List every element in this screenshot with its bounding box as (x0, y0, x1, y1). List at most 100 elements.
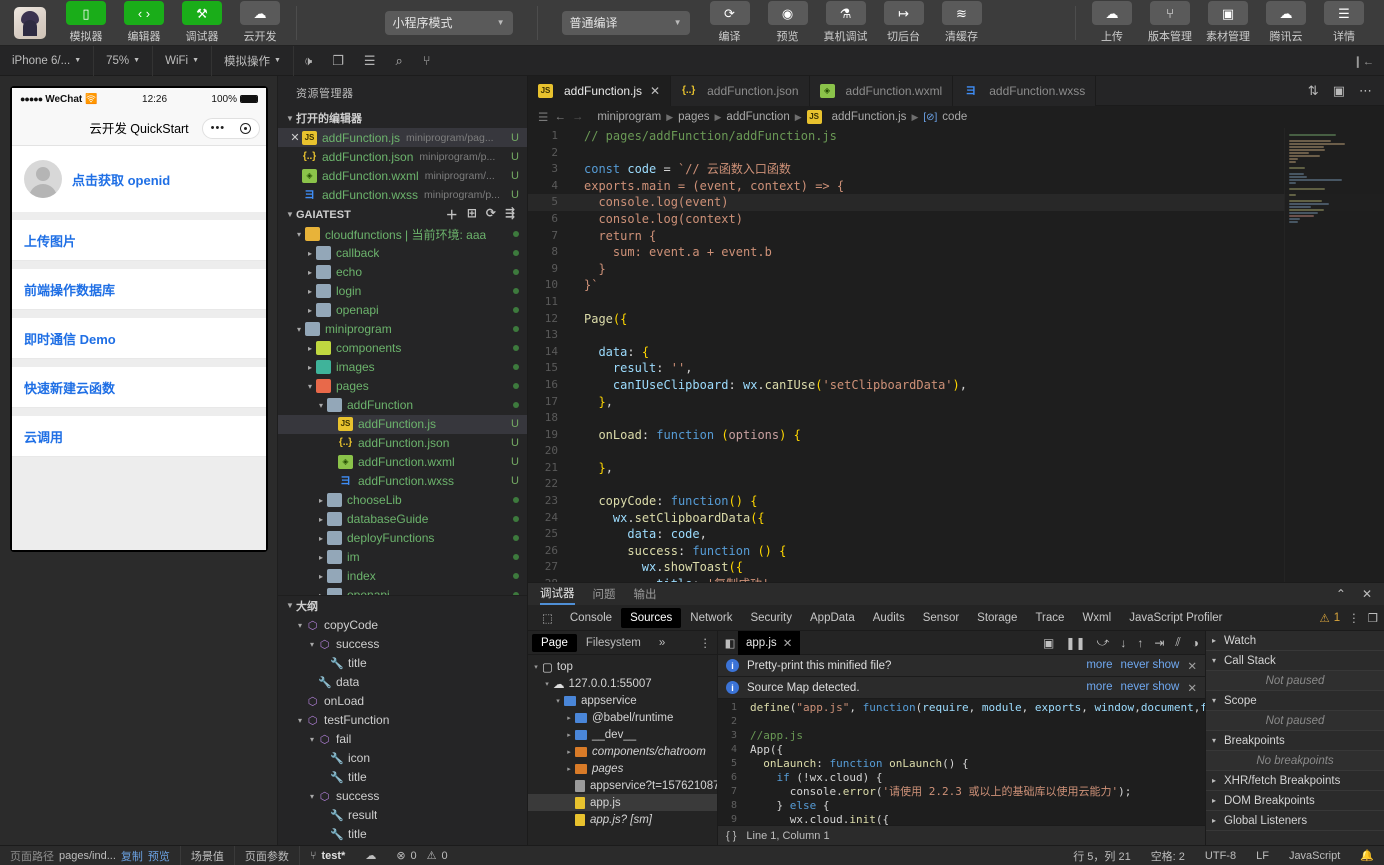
toolbar-mid-button-4[interactable]: ≋ 清缓存 (936, 1, 988, 44)
debug-section-breakpoints[interactable]: ▾ Breakpoints (1206, 731, 1384, 751)
network-select[interactable]: WiFi ▼ (153, 45, 213, 76)
preview-button[interactable]: 预览 (148, 848, 170, 864)
chevron-down-icon[interactable]: ▾ (294, 716, 306, 725)
breadcrumb-item[interactable]: addFunction (726, 111, 789, 123)
file-tree-row[interactable]: ▸ images (278, 358, 527, 377)
outline-row[interactable]: 🔧 title (278, 654, 527, 673)
debug-section-xhr-fetch-breakpoints[interactable]: ▸ XHR/fetch Breakpoints (1206, 771, 1384, 791)
editor-tab[interactable]: {..} addFunction.json (671, 76, 810, 106)
chevron-down-icon[interactable]: ▾ (306, 640, 318, 649)
devtools-tab-network[interactable]: Network (681, 608, 741, 628)
chevron-right-icon[interactable]: ▸ (315, 572, 327, 581)
notice-more-link[interactable]: more (1086, 681, 1112, 695)
file-tree-row[interactable]: ▾ addFunction (278, 396, 527, 415)
chevron-down-icon[interactable]: ▾ (315, 401, 327, 410)
nav-back-icon[interactable]: ← (554, 111, 566, 123)
notice-never-show-link[interactable]: never show (1121, 659, 1180, 673)
file-tree-row[interactable]: ヨ addFunction.wxss U (278, 472, 527, 491)
sources-tree-row[interactable]: app.js (528, 794, 717, 811)
chevron-right-icon[interactable]: ▸ (304, 287, 316, 296)
open-editor-row[interactable]: ✕ JS addFunction.js miniprogram/pag... U (278, 128, 527, 148)
file-tree-row[interactable]: ▸ echo (278, 263, 527, 282)
sources-nav-more-icon[interactable]: ⋮ (700, 636, 718, 650)
copy-button[interactable]: 复制 (121, 848, 143, 864)
close-icon[interactable]: ✕ (288, 131, 302, 144)
file-tree-row[interactable]: ▸ login (278, 282, 527, 301)
outline-row[interactable]: ▾ ⬡ testFunction (278, 711, 527, 730)
chevron-down-icon[interactable]: ▾ (530, 663, 542, 671)
split-horizontal-icon[interactable]: ⇅ (1308, 83, 1319, 99)
sources-tree-row[interactable]: app.js? [sm] (528, 811, 717, 828)
debug-section-call-stack[interactable]: ▾ Call Stack (1206, 651, 1384, 671)
file-tree-row[interactable]: ▸openapi (278, 586, 527, 596)
refresh-icon[interactable]: ⟳ (486, 206, 496, 223)
breadcrumb-item[interactable]: addFunction.js (832, 111, 907, 123)
chevron-right-icon[interactable]: ▸ (563, 714, 575, 722)
chevron-right-icon[interactable]: ▸ (304, 249, 316, 258)
devtools-tab-storage[interactable]: Storage (968, 608, 1026, 628)
mode-select[interactable]: 小程序模式 ▼ (384, 10, 513, 35)
sources-tree-row[interactable]: ▾ ▢ top (528, 658, 717, 675)
outline-row[interactable]: ⬡ onLoad (278, 692, 527, 711)
sources-tree-row[interactable]: ▸ components/chatroom (528, 743, 717, 760)
pause-on-exceptions-icon[interactable]: ◑ (1192, 636, 1199, 650)
outline-row[interactable]: ▾ ⬡ copyCode (278, 616, 527, 635)
new-file-icon[interactable]: ＋ (446, 206, 458, 223)
split-vertical-icon[interactable]: ▣ (1333, 83, 1345, 99)
nav-forward-icon[interactable]: → (572, 111, 584, 123)
file-tree-row[interactable]: ◈ addFunction.wxml U (278, 453, 527, 472)
tab-problems[interactable]: 问题 (593, 586, 616, 602)
devtools-tab-trace[interactable]: Trace (1026, 608, 1073, 628)
devtools-more-icon[interactable]: ⋮ (1340, 611, 1368, 625)
file-tree-row[interactable]: ▸ index (278, 567, 527, 586)
chevron-down-icon[interactable]: ▾ (293, 230, 305, 239)
toolbar-button-2[interactable]: ⚒ 调试器 (176, 1, 228, 44)
indentation-setting[interactable]: 空格: 2 (1141, 846, 1195, 865)
devtools-tab-wxml[interactable]: Wxml (1073, 608, 1120, 628)
outline-row[interactable]: 🔧 icon (278, 749, 527, 768)
git-branch-status[interactable]: ⑂ test* (300, 846, 355, 865)
chevron-right-icon[interactable]: ▸ (304, 268, 316, 277)
open-editor-row[interactable]: ヨ addFunction.wxss miniprogram/p... U (278, 185, 527, 204)
device-select[interactable]: iPhone 6/... ▼ (0, 45, 95, 76)
toolbar-button-1[interactable]: ‹ › 编辑器 (118, 1, 170, 44)
sources-tree-row[interactable]: appservice?t=157621087 (528, 777, 717, 794)
editor-tab[interactable]: JS addFunction.js ✕ (528, 76, 672, 106)
debug-section-scope[interactable]: ▾ Scope (1206, 691, 1384, 711)
file-tree-row[interactable]: ▾ miniprogram (278, 320, 527, 339)
chevron-right-icon[interactable]: ▸ (563, 731, 575, 739)
collapse-panel-icon[interactable]: ⌃ (1336, 587, 1346, 601)
chevron-down-icon[interactable]: ▾ (293, 325, 305, 334)
devtools-dock-icon[interactable]: ❐ (1368, 611, 1378, 625)
zoom-select[interactable]: 75% ▼ (94, 45, 154, 76)
sources-tree-row[interactable]: ▸ @babel/runtime (528, 709, 717, 726)
get-openid-link[interactable]: 点击获取 openid (72, 170, 170, 189)
debug-section-dom-breakpoints[interactable]: ▸ DOM Breakpoints (1206, 791, 1384, 811)
cursor-position[interactable]: 行 5，列 21 (1063, 846, 1140, 865)
open-editor-row[interactable]: ◈ addFunction.wxml miniprogram/... U (278, 166, 527, 185)
close-icon[interactable]: ✕ (1187, 681, 1197, 695)
eol-setting[interactable]: LF (1246, 846, 1279, 865)
outline-row[interactable]: ▾ ⬡ success (278, 635, 527, 654)
show-console-drawer-icon[interactable]: ▣ (1043, 636, 1054, 650)
source-code[interactable]: 1 define("app.js", function(require, modu… (718, 699, 1205, 825)
notice-more-link[interactable]: more (1086, 659, 1112, 673)
branch-icon[interactable]: ⑂ (413, 46, 441, 76)
tab-filesystem[interactable]: Filesystem (577, 634, 650, 652)
more-icon[interactable]: ••• (211, 123, 226, 134)
chevron-right-icon[interactable]: ▸ (563, 765, 575, 773)
chevron-down-icon[interactable]: ▾ (304, 382, 316, 391)
editor-tab[interactable]: ヨ addFunction.wxss (953, 76, 1097, 106)
language-mode[interactable]: JavaScript (1279, 846, 1350, 865)
chevron-right-icon[interactable]: ▸ (315, 534, 327, 543)
sound-icon[interactable]: 🕩 (294, 46, 322, 76)
nav-overflow-icon[interactable]: » (650, 634, 674, 652)
toolbar-right-button-4[interactable]: ☰ 详情 (1318, 1, 1370, 44)
chevron-right-icon[interactable]: ▸ (304, 363, 316, 372)
toolbar-right-button-0[interactable]: ☁ 上传 (1086, 1, 1138, 44)
code-editor[interactable]: 1// pages/addFunction/addFunction.js 2 3 co… (528, 128, 1384, 582)
file-tree-row[interactable]: ▸openapi (278, 301, 527, 320)
outline-section-header[interactable]: ▼ 大纲 (278, 595, 527, 616)
mini-program-link-3[interactable]: 快速新建云函数 (12, 367, 266, 408)
chevron-right-icon[interactable]: ▸ (315, 515, 327, 524)
